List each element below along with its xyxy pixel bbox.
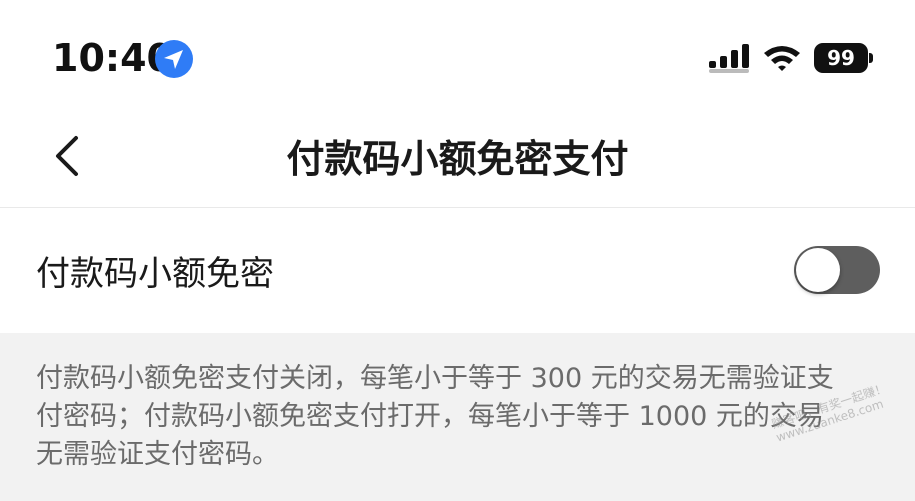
location-arrow-icon bbox=[155, 40, 193, 78]
description-text: 付款码小额免密支付关闭，每笔小于等于 300 元的交易无需验证支 付密码；付款码… bbox=[36, 360, 886, 474]
description-line: 无需验证支付密码。 bbox=[36, 439, 279, 470]
wifi-icon bbox=[764, 46, 800, 71]
small-amount-toggle[interactable] bbox=[794, 246, 880, 294]
page-title: 付款码小额免密支付 bbox=[286, 137, 629, 181]
cellular-signal-icon bbox=[709, 44, 749, 73]
description-line: 付密码；付款码小额免密支付打开，每笔小于等于 1000 元的交易 bbox=[36, 401, 824, 432]
divider bbox=[0, 207, 915, 208]
battery-tip bbox=[869, 53, 873, 63]
setting-label: 付款码小额免密 bbox=[36, 254, 274, 294]
battery-icon: 99 bbox=[814, 43, 868, 73]
toggle-knob bbox=[796, 248, 840, 292]
description-line: 付款码小额免密支付关闭，每笔小于等于 300 元的交易无需验证支 bbox=[36, 363, 834, 394]
